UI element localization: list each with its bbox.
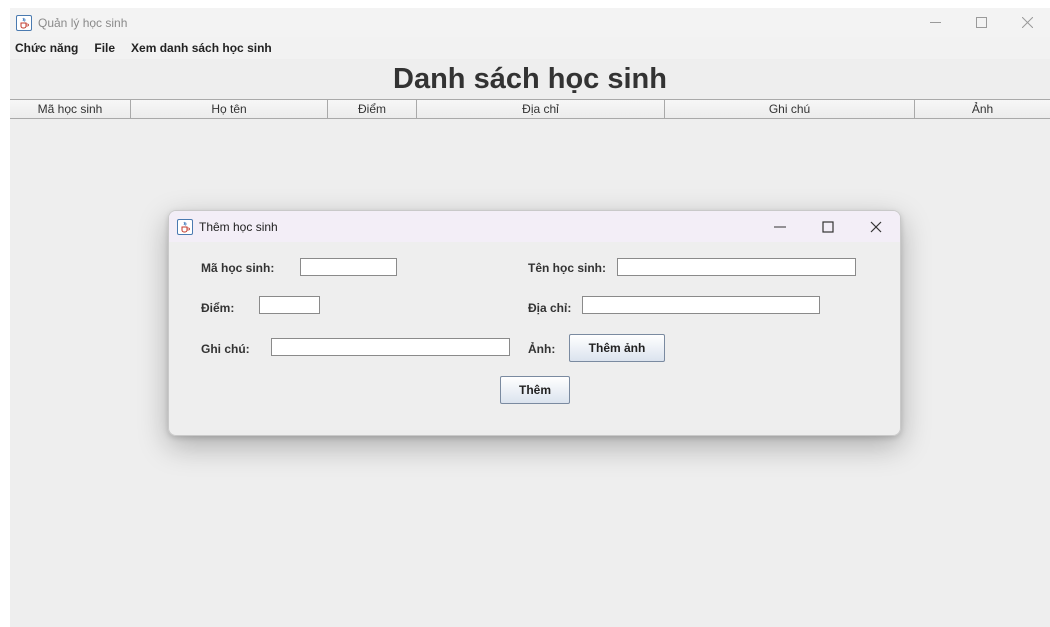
maximize-button[interactable] <box>958 8 1004 37</box>
java-cup-icon <box>16 14 32 31</box>
java-cup-icon <box>177 218 193 235</box>
add-student-dialog: Thêm học sinh Mã học sinh: Tên học sinh:… <box>168 210 901 436</box>
ten-hoc-sinh-input[interactable] <box>617 258 856 276</box>
diem-input[interactable] <box>259 296 320 314</box>
minimize-button[interactable] <box>912 8 958 37</box>
close-icon <box>1021 17 1033 28</box>
ghi-chu-label: Ghi chú: <box>201 342 250 356</box>
ma-hoc-sinh-input[interactable] <box>300 258 397 276</box>
menu-chuc-nang[interactable]: Chức năng <box>13 41 84 55</box>
column-header-ho-ten[interactable]: Họ tên <box>131 100 328 118</box>
window-titlebar[interactable]: Quản lý học sinh <box>10 8 1050 37</box>
them-anh-button[interactable]: Thêm ảnh <box>569 334 665 362</box>
column-header-dia-chi[interactable]: Địa chỉ <box>417 100 665 118</box>
dialog-minimize-button[interactable] <box>756 211 804 242</box>
dia-chi-label: Địa chỉ: <box>528 301 572 315</box>
minimize-icon <box>929 22 941 23</box>
column-header-anh[interactable]: Ảnh <box>915 100 1050 118</box>
window-controls <box>912 8 1050 37</box>
column-header-ghi-chu[interactable]: Ghi chú <box>665 100 915 118</box>
close-button[interactable] <box>1004 8 1050 37</box>
dia-chi-input[interactable] <box>582 296 820 314</box>
close-icon <box>870 221 882 232</box>
minimize-icon <box>774 226 786 227</box>
window-title: Quản lý học sinh <box>38 15 128 30</box>
dialog-close-button[interactable] <box>852 211 900 242</box>
ma-hoc-sinh-label: Mã học sinh: <box>201 261 275 275</box>
diem-label: Điểm: <box>201 301 235 315</box>
dialog-titlebar[interactable]: Thêm học sinh <box>169 211 900 242</box>
menu-file[interactable]: File <box>92 41 121 55</box>
menubar: Chức năng File Xem danh sách học sinh <box>10 37 1050 59</box>
maximize-icon <box>975 17 987 28</box>
dialog-maximize-button[interactable] <box>804 211 852 242</box>
ten-hoc-sinh-label: Tên học sinh: <box>528 261 606 275</box>
menu-xem-danh-sach[interactable]: Xem danh sách học sinh <box>129 41 278 55</box>
column-header-ma-hoc-sinh[interactable]: Mã học sinh <box>10 100 131 118</box>
dialog-title: Thêm học sinh <box>199 219 278 234</box>
ghi-chu-input[interactable] <box>271 338 510 356</box>
dialog-controls <box>756 211 900 242</box>
page-title: Danh sách học sinh <box>393 62 667 95</box>
them-button[interactable]: Thêm <box>500 376 570 404</box>
column-header-diem[interactable]: Điểm <box>328 100 417 118</box>
anh-label: Ảnh: <box>528 342 556 356</box>
student-table-header: Mã học sinh Họ tên Điểm Địa chỉ Ghi chú … <box>10 99 1050 119</box>
maximize-icon <box>822 220 834 233</box>
